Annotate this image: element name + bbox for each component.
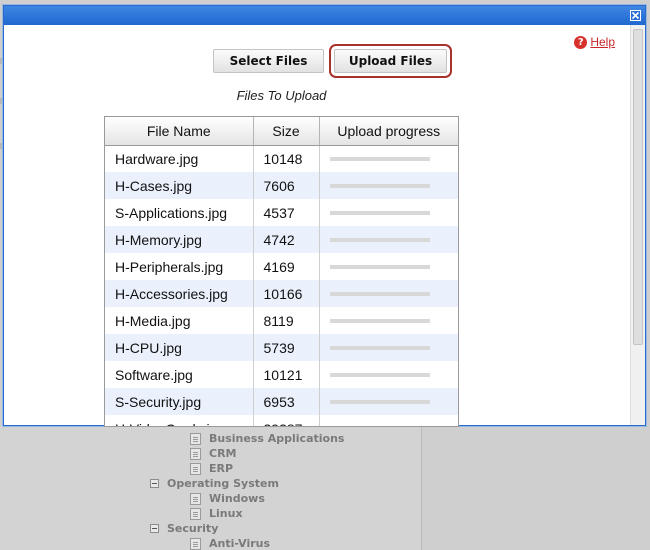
file-size-cell: 4169 <box>253 253 320 280</box>
document-icon <box>190 507 201 520</box>
file-size-cell: 5739 <box>253 334 320 361</box>
tree-group[interactable]: Security <box>150 522 218 535</box>
upload-progress-bar <box>329 399 430 404</box>
column-header-size[interactable]: Size <box>253 117 320 146</box>
tree-group[interactable]: Operating System <box>150 477 279 490</box>
table-body: Hardware.jpg 10148 H-Cases.jpg 7606 S-Applic… <box>105 145 458 428</box>
tree-item[interactable]: Anti-Virus <box>190 537 270 550</box>
upload-progress-bar <box>329 237 430 242</box>
tree-item[interactable]: ERP <box>190 462 233 475</box>
file-size-cell: 10121 <box>253 361 320 388</box>
upload-progress-bar <box>329 291 430 296</box>
collapse-icon[interactable] <box>150 479 159 488</box>
file-name-cell: H-Accessories.jpg <box>105 280 254 307</box>
table-row[interactable]: S-Applications.jpg 4537 <box>105 199 458 226</box>
file-size-cell: 6953 <box>253 388 320 415</box>
table-row[interactable]: S-Security.jpg 6953 <box>105 388 458 415</box>
files-to-upload-caption: Files To Upload <box>236 88 327 103</box>
file-name-cell: H-CPU.jpg <box>105 334 254 361</box>
table-row[interactable]: H-Memory.jpg 4742 <box>105 226 458 253</box>
document-icon <box>190 432 201 445</box>
file-name-cell: Software.jpg <box>105 361 254 388</box>
table-row[interactable]: H-Peripherals.jpg 4169 <box>105 253 458 280</box>
file-name-cell: S-Security.jpg <box>105 388 254 415</box>
file-size-cell: 4742 <box>253 226 320 253</box>
upload-progress-bar <box>329 264 430 269</box>
tree-item-label: Business Applications <box>209 432 345 445</box>
upload-progress-cell <box>319 280 458 307</box>
file-size-cell: 39387 <box>253 415 320 426</box>
document-icon <box>190 462 201 475</box>
file-size-cell: 8119 <box>253 307 320 334</box>
upload-progress-bar <box>329 345 430 350</box>
tree-item-label: Security <box>167 522 219 535</box>
tree-item[interactable]: CRM <box>190 447 237 460</box>
file-size-cell: 10148 <box>253 145 320 172</box>
tree-item-label: Linux <box>209 507 243 520</box>
document-icon <box>190 537 201 550</box>
upload-files-button[interactable]: Upload Files <box>334 49 447 73</box>
file-size-cell: 7606 <box>253 172 320 199</box>
column-header-file-name[interactable]: File Name <box>105 117 254 146</box>
upload-files-highlight: Upload Files <box>329 44 452 78</box>
file-name-cell: H-Peripherals.jpg <box>105 253 254 280</box>
file-name-cell: H-Cases.jpg <box>105 172 254 199</box>
tree-item-label: CRM <box>209 447 237 460</box>
document-icon <box>190 447 201 460</box>
table-row[interactable]: H-VideoCards.jpg39387 <box>105 415 458 428</box>
select-files-button[interactable]: Select Files <box>213 49 324 73</box>
table-header-row: File Name Size Upload progress <box>105 117 458 146</box>
column-header-upload-progress[interactable]: Upload progress <box>319 117 458 146</box>
collapse-icon[interactable] <box>150 524 159 533</box>
upload-progress-cell <box>319 307 458 334</box>
files-table: File Name Size Upload progress Hardware.… <box>104 116 459 427</box>
dialog-scrollbar[interactable] <box>630 25 645 425</box>
file-size-cell: 4537 <box>253 199 320 226</box>
document-icon <box>190 492 201 505</box>
upload-progress-cell <box>319 415 458 428</box>
table-row[interactable]: Software.jpg 10121 <box>105 361 458 388</box>
help-icon: ? <box>574 35 588 49</box>
upload-progress-cell <box>319 172 458 199</box>
tree-item-label: Windows <box>209 492 265 505</box>
upload-progress-cell <box>319 361 458 388</box>
help-link[interactable]: ? Help <box>574 35 615 49</box>
tree-item-label: Anti-Virus <box>209 537 271 550</box>
table-row[interactable]: H-CPU.jpg 5739 <box>105 334 458 361</box>
dialog-titlebar[interactable] <box>4 6 645 25</box>
file-name-cell: Hardware.jpg <box>105 145 254 172</box>
upload-dialog: ? Help Select Files Upload Files Files T… <box>3 5 646 427</box>
upload-progress-bar <box>329 318 430 323</box>
upload-progress-bar <box>330 427 430 428</box>
tree-item[interactable]: Linux <box>190 507 243 520</box>
table-row[interactable]: Hardware.jpg 10148 <box>105 145 458 172</box>
upload-progress-cell <box>319 388 458 415</box>
upload-progress-cell <box>319 226 458 253</box>
upload-progress-bar <box>329 183 430 188</box>
file-name-cell: S-Applications.jpg <box>105 199 254 226</box>
file-size-cell: 10166 <box>253 280 320 307</box>
tree-item-label: Operating System <box>167 477 279 490</box>
upload-progress-bar <box>329 372 430 377</box>
table-row[interactable]: H-Accessories.jpg 10166 <box>105 280 458 307</box>
upload-progress-cell <box>319 145 458 172</box>
table-row[interactable]: H-Media.jpg 8119 <box>105 307 458 334</box>
upload-progress-cell <box>319 199 458 226</box>
upload-progress-cell <box>319 253 458 280</box>
scrollbar-thumb[interactable] <box>633 29 643 345</box>
close-icon <box>631 11 640 20</box>
close-button[interactable] <box>630 10 641 21</box>
upload-progress-bar <box>329 210 430 215</box>
file-name-cell: H-Media.jpg <box>105 307 254 334</box>
tree-item[interactable]: Windows <box>190 492 265 505</box>
file-name-cell: H-Memory.jpg <box>105 226 254 253</box>
upload-progress-cell <box>319 334 458 361</box>
table-row[interactable]: H-Cases.jpg 7606 <box>105 172 458 199</box>
help-label[interactable]: Help <box>590 35 615 49</box>
file-name-cell: H-VideoCards.jpg <box>105 415 254 426</box>
upload-progress-bar <box>329 156 430 161</box>
tree-item[interactable]: Business Applications <box>190 432 344 445</box>
tree-item-label: ERP <box>209 462 234 475</box>
